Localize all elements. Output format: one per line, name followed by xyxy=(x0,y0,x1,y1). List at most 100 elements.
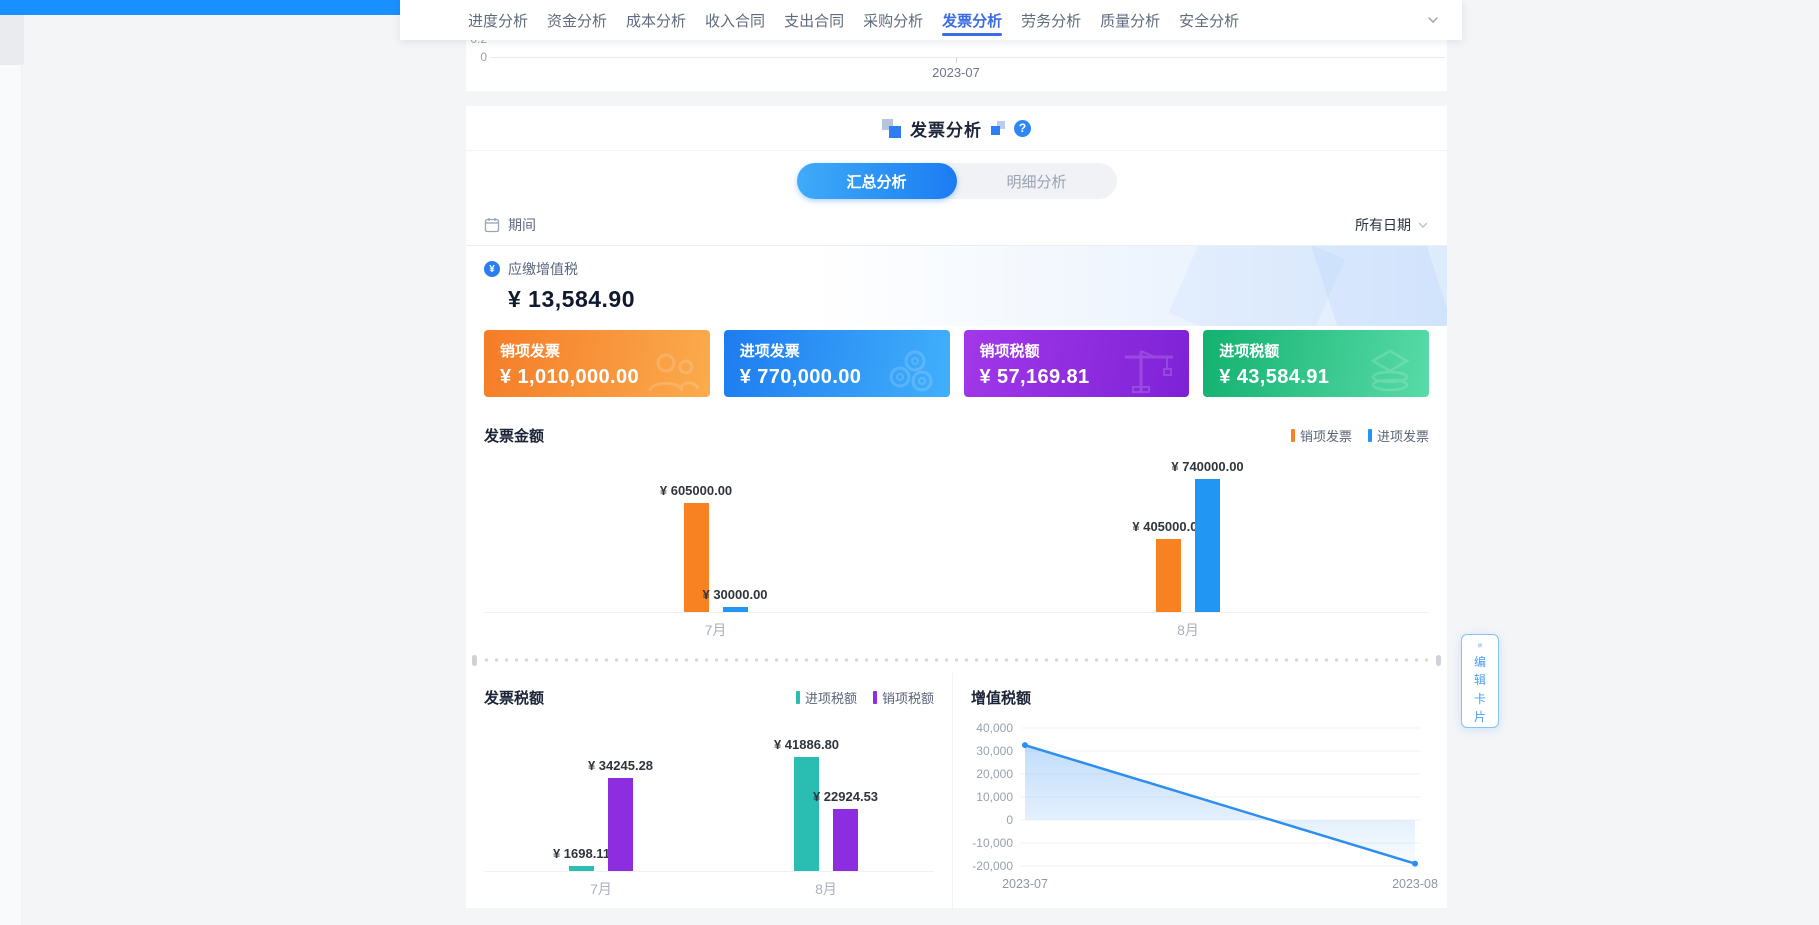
card-label: 销项税额 xyxy=(980,340,1174,361)
card-layout-divider xyxy=(472,655,1441,665)
invoice-tax-header: 发票税额 进项税额 销项税额 xyxy=(466,687,952,708)
left-edge-strip xyxy=(0,15,22,925)
y-axis-tick-label: -10,000 xyxy=(972,836,1013,850)
legend-marker xyxy=(1291,429,1295,442)
card-output-tax: 销项税额 ¥ 57,169.81 xyxy=(964,330,1190,397)
period-label-group: 期间 xyxy=(484,215,536,235)
toggle-summary-analysis[interactable]: 汇总分析 xyxy=(797,163,957,199)
section-title: 发票分析 xyxy=(910,116,982,141)
bar-value-label: ¥ 605000.00 xyxy=(660,483,732,498)
card-value: ¥ 1,010,000.00 xyxy=(500,366,694,389)
bar-value-label: ¥ 41886.80 xyxy=(774,737,839,752)
legend-marker xyxy=(796,691,800,704)
x-axis-tick-mark xyxy=(956,58,957,63)
y-axis-tick-label: 30,000 xyxy=(976,744,1013,758)
legend-label: 销项税额 xyxy=(882,688,934,707)
tab-expense-contract[interactable]: 支出合同 xyxy=(784,0,844,40)
banner-decor-shape xyxy=(1308,246,1447,326)
invoice-amount-chart[interactable]: ¥ 605000.00 ¥ 30000.00 7月 ¥ 405000.00 ¥ 7400… xyxy=(466,446,1447,646)
period-label: 期间 xyxy=(508,215,536,235)
x-axis-category-label: 8月 xyxy=(815,879,837,899)
bar-value-label: ¥ 1698.11 xyxy=(553,846,610,861)
bar-value-label: ¥ 740000.00 xyxy=(1171,459,1243,474)
data-point[interactable] xyxy=(1022,742,1028,748)
card-label: 销项发票 xyxy=(500,340,694,361)
chevron-down-icon[interactable] xyxy=(1424,11,1442,29)
top-blue-bar xyxy=(0,0,428,15)
bar-value-label: ¥ 30000.00 xyxy=(702,587,767,602)
tab-income-contract[interactable]: 收入合同 xyxy=(705,0,765,40)
x-axis-category-label: 7月 xyxy=(705,620,727,640)
tab-safety-analysis[interactable]: 安全分析 xyxy=(1179,0,1239,40)
period-filter-row: 期间 所有日期 xyxy=(466,205,1447,246)
chevron-down-icon xyxy=(1417,219,1429,231)
bar-进项税额-8月[interactable] xyxy=(794,757,819,871)
x-axis-category-label: 8月 xyxy=(1177,620,1199,640)
x-axis-label: 2023-07 xyxy=(906,65,1006,80)
chart-title: 增值税额 xyxy=(971,687,1031,708)
card-value: ¥ 43,584.91 xyxy=(1219,366,1413,389)
vat-due-label: 应缴增值税 xyxy=(508,259,578,279)
legend-marker xyxy=(1368,429,1372,442)
tab-quality-analysis[interactable]: 质量分析 xyxy=(1100,0,1160,40)
y-axis-tick-label: 40,000 xyxy=(976,721,1013,735)
edit-cards-label: 编辑卡片 xyxy=(1473,653,1487,727)
bar-进项发票-8月[interactable] xyxy=(1195,479,1220,612)
vat-trend-line-chart[interactable]: 40,00030,00020,00010,0000-10,000-20,0002… xyxy=(959,714,1441,906)
tab-cost-analysis[interactable]: 成本分析 xyxy=(626,0,686,40)
divider-handle[interactable] xyxy=(472,655,477,666)
nav-tabs: 进度分析 资金分析 成本分析 收入合同 支出合同 采购分析 发票分析 劳务分析 … xyxy=(468,0,1239,40)
y-axis-tick-label: 0 xyxy=(1006,813,1013,827)
y-axis-tick-label: -20,000 xyxy=(972,859,1013,873)
card-input-invoice: 进项发票 ¥ 770,000.00 xyxy=(724,330,950,397)
data-point[interactable] xyxy=(1412,861,1418,867)
legend-output-invoice[interactable]: 销项发票 xyxy=(1291,426,1352,445)
yuan-circle-icon: ¥ xyxy=(484,261,500,277)
date-range-dropdown[interactable]: 所有日期 xyxy=(1355,215,1429,235)
edit-cards-button[interactable]: 编辑卡片 xyxy=(1461,634,1499,728)
date-range-value: 所有日期 xyxy=(1355,215,1411,235)
analysis-nav-bar: 进度分析 资金分析 成本分析 收入合同 支出合同 采购分析 发票分析 劳务分析 … xyxy=(400,0,1462,40)
bottom-charts-row: 发票税额 进项税额 销项税额 ¥ 1698.11¥ 34245 xyxy=(466,673,1447,910)
bar-销项发票-8月[interactable] xyxy=(1156,539,1181,612)
legend-marker xyxy=(873,691,877,704)
squares-decor-icon xyxy=(991,121,1005,135)
tab-invoice-analysis[interactable]: 发票分析 xyxy=(942,0,1002,40)
legend-label: 销项发票 xyxy=(1300,426,1352,445)
card-output-invoice: 销项发票 ¥ 1,010,000.00 xyxy=(484,330,710,397)
squares-decor-icon xyxy=(882,119,901,138)
summary-cards-row: 销项发票 ¥ 1,010,000.00 进项发票 ¥ 770,000.00 xyxy=(466,326,1447,397)
invoice-tax-chart[interactable]: ¥ 1698.11 ¥ 34245.28 7月 ¥ 41886.80 ¥ 22924.5… xyxy=(466,708,952,898)
card-value: ¥ 57,169.81 xyxy=(980,366,1174,389)
legend-output-tax[interactable]: 销项税额 xyxy=(873,688,934,707)
vat-due-banner: ¥ 应缴增值税 ¥ 13,584.90 xyxy=(466,246,1447,326)
legend-label: 进项发票 xyxy=(1377,426,1429,445)
help-icon[interactable]: ? xyxy=(1014,120,1031,137)
legend: 进项税额 销项税额 xyxy=(796,688,934,707)
tab-funds-analysis[interactable]: 资金分析 xyxy=(547,0,607,40)
bar-value-label: ¥ 22924.53 xyxy=(813,789,878,804)
tab-procurement-analysis[interactable]: 采购分析 xyxy=(863,0,923,40)
bar-value-label: ¥ 34245.28 xyxy=(588,758,653,773)
bar-进项发票-7月[interactable] xyxy=(723,607,748,612)
tab-labor-analysis[interactable]: 劳务分析 xyxy=(1021,0,1081,40)
x-axis-label: 2023-08 xyxy=(1392,877,1438,891)
divider-handle[interactable] xyxy=(1436,655,1441,666)
bar-销项税额-8月[interactable] xyxy=(833,809,858,871)
bar-进项税额-7月[interactable] xyxy=(569,866,594,871)
legend-input-invoice[interactable]: 进项发票 xyxy=(1368,426,1429,445)
toggle-detail-analysis[interactable]: 明细分析 xyxy=(957,163,1117,199)
dashboard-page: 进度分析 资金分析 成本分析 收入合同 支出合同 采购分析 发票分析 劳务分析 … xyxy=(0,0,1819,925)
x-axis-label: 2023-07 xyxy=(1002,877,1048,891)
legend: 销项发票 进项发票 xyxy=(1291,426,1429,445)
legend-input-tax[interactable]: 进项税额 xyxy=(796,688,857,707)
x-axis-category-label: 7月 xyxy=(590,879,612,899)
bar-value-label: ¥ 405000.00 xyxy=(1132,519,1204,534)
invoice-amount-header: 发票金额 销项发票 进项发票 xyxy=(466,425,1447,446)
chart-title: 发票税额 xyxy=(484,687,544,708)
left-collapsed-panel xyxy=(0,15,24,65)
tab-progress-analysis[interactable]: 进度分析 xyxy=(468,0,528,40)
y-axis-tick-label: 10,000 xyxy=(976,790,1013,804)
bar-销项税额-7月[interactable] xyxy=(608,778,633,871)
x-axis-line xyxy=(484,871,934,872)
